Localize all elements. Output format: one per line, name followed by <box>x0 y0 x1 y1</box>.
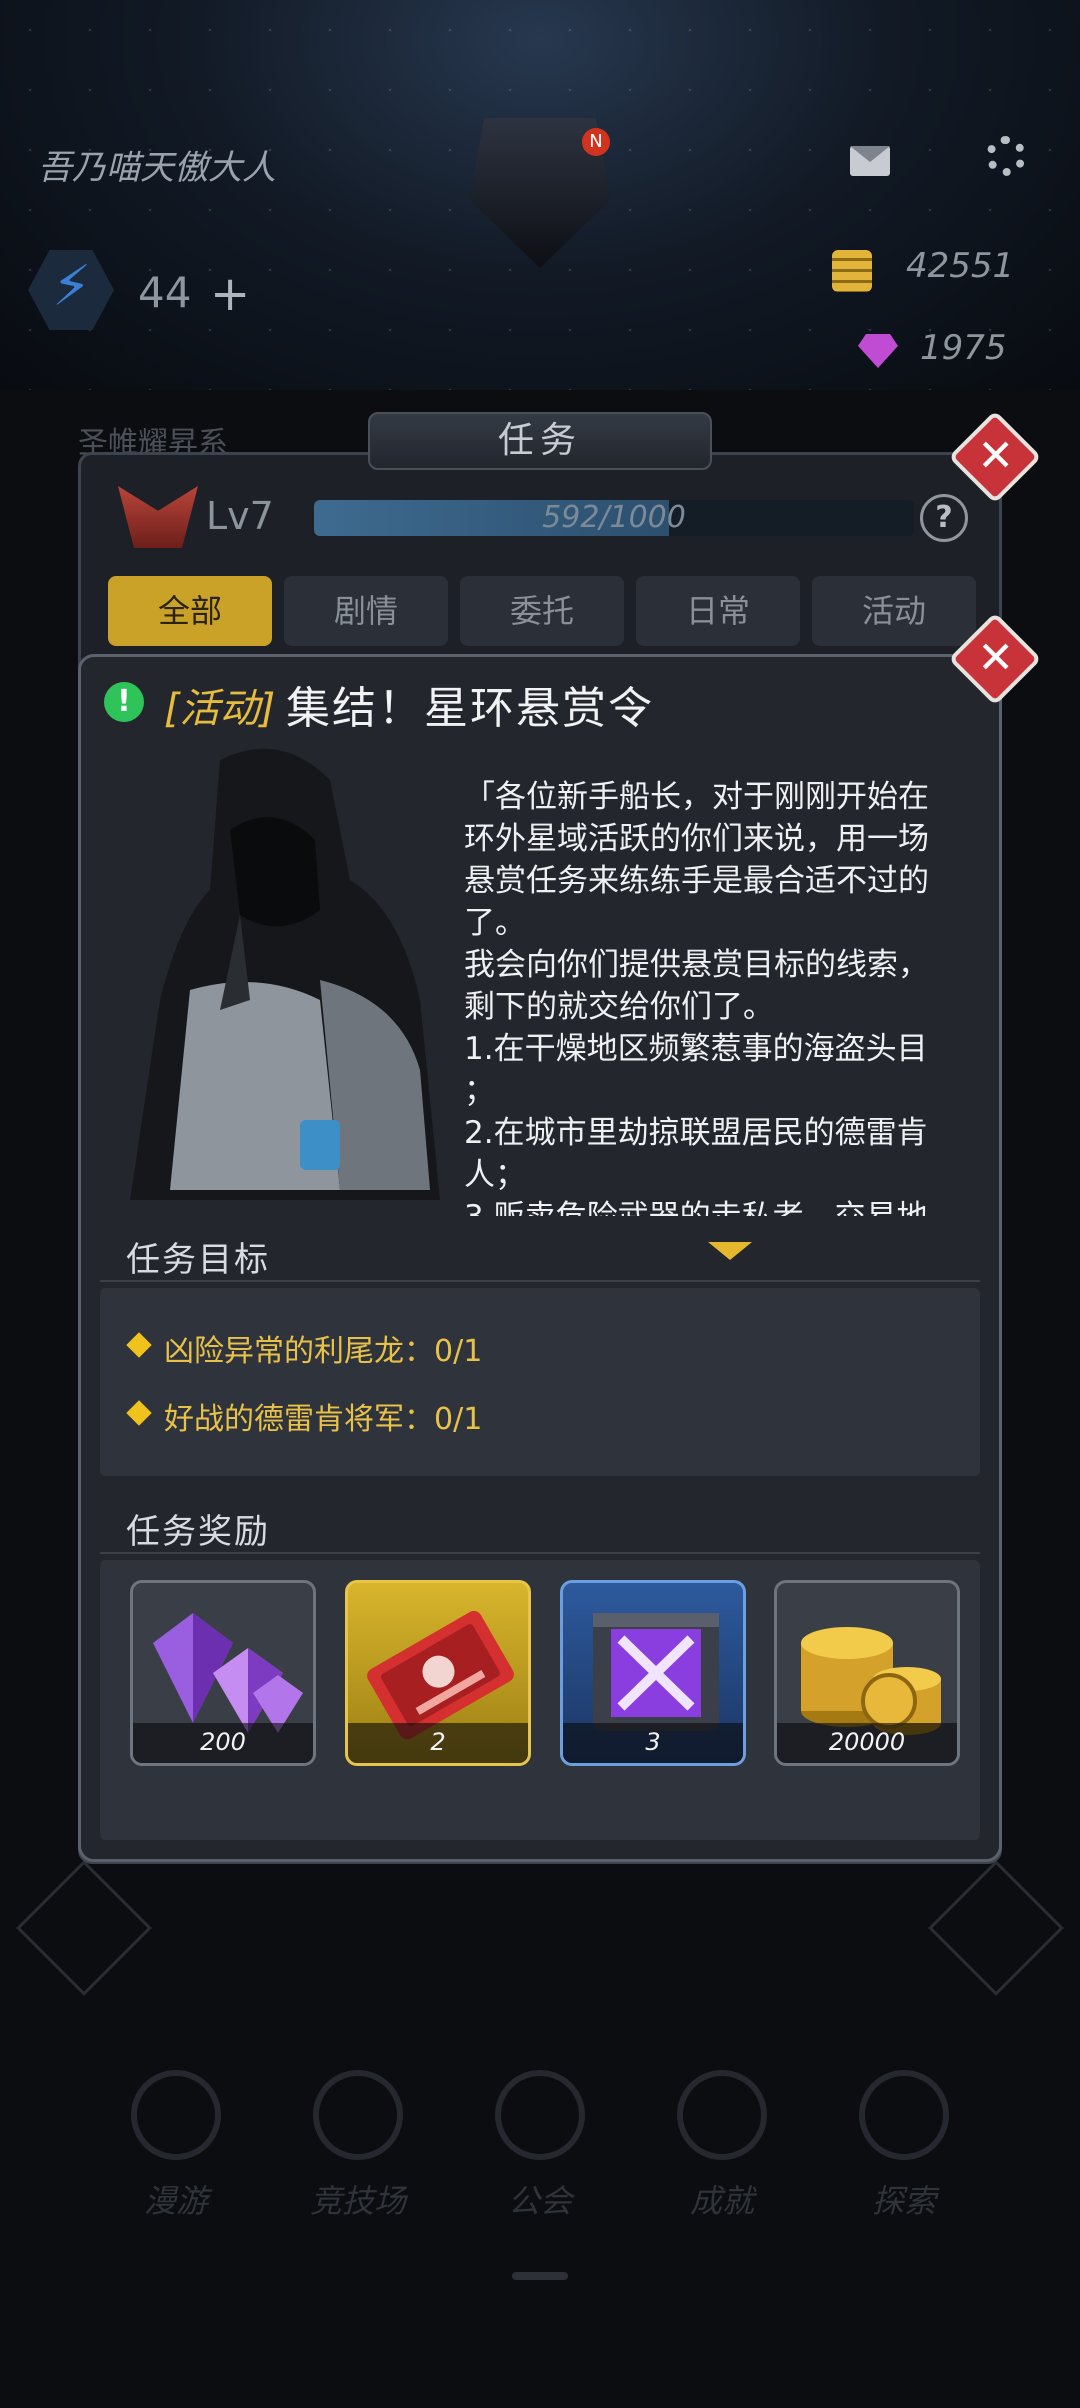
close-icon: ✕ <box>977 632 1015 684</box>
nav-roam-label: 漫游 <box>143 2182 208 2220</box>
reward-item[interactable]: 20000 <box>774 1580 960 1766</box>
alert-icon: ! <box>104 682 144 722</box>
event-tag: [活动] <box>164 686 276 732</box>
coin-stack-icon <box>832 250 872 292</box>
tab-commission[interactable]: 委托 <box>460 576 624 646</box>
tab-event[interactable]: 活动 <box>812 576 976 646</box>
coin-count: 42551 <box>906 246 1015 286</box>
energy-count: 44 <box>138 268 192 317</box>
avatar-new-badge: N <box>582 128 610 156</box>
reward-count: 2 <box>348 1723 528 1763</box>
rewards-divider <box>100 1552 980 1554</box>
reward-item[interactable]: 200 <box>130 1580 316 1766</box>
nav-arena: 竞技场 <box>268 2070 448 2222</box>
tab-story[interactable]: 剧情 <box>284 576 448 646</box>
add-energy-button[interactable]: + <box>210 266 250 322</box>
reward-count: 20000 <box>777 1723 957 1763</box>
mission-panel-title: 任务 <box>368 412 712 470</box>
lightning-icon: ⚡ <box>52 254 92 319</box>
reward-item[interactable]: 2 <box>345 1580 531 1766</box>
reward-item[interactable]: 3 <box>560 1580 746 1766</box>
guild-banner-icon <box>495 2070 585 2160</box>
event-title: 集结！星环悬赏令 <box>286 683 654 734</box>
mission-level: Lv7 <box>206 494 274 538</box>
player-name: 吾乃喵天傲大人 <box>38 148 276 188</box>
nav-active-indicator <box>512 2272 568 2280</box>
xp-progress-text: 592/1000 <box>542 500 686 535</box>
mission-story-text: 「各位新手船长，对于刚刚开始在 环外星域活跃的你们来说，用一场 悬赏任务来练练手… <box>464 779 929 1216</box>
nav-guild: 公会 <box>450 2070 630 2222</box>
tab-all[interactable]: 全部 <box>108 576 272 646</box>
nav-explore-label: 探索 <box>871 2182 936 2220</box>
compass-icon <box>859 2070 949 2160</box>
nav-achievements-label: 成就 <box>689 2182 754 2220</box>
nav-guild-label: 公会 <box>507 2182 572 2220</box>
nav-arena-label: 竞技场 <box>309 2182 406 2220</box>
reward-count: 200 <box>133 1723 313 1763</box>
objectives-box <box>100 1288 980 1476</box>
nav-explore: 探索 <box>814 2070 994 2222</box>
objective-item: 凶险异常的利尾龙：0/1 <box>126 1326 483 1370</box>
hooded-character-portrait <box>130 748 440 1200</box>
close-icon: ✕ <box>977 430 1015 482</box>
objective-text: 好战的德雷肯将军：0/1 <box>164 1402 483 1437</box>
settings-gear-icon[interactable] <box>986 136 1026 176</box>
objectives-title: 任务目标 <box>126 1240 270 1280</box>
roam-icon <box>131 2070 221 2160</box>
objectives-divider <box>100 1280 980 1282</box>
mail-icon[interactable] <box>850 146 890 176</box>
rewards-title: 任务奖励 <box>126 1512 270 1552</box>
scroll-more-arrow-icon[interactable] <box>708 1242 752 1260</box>
reward-count: 3 <box>563 1723 743 1763</box>
gem-count: 1975 <box>920 328 1007 368</box>
objective-item: 好战的德雷肯将军：0/1 <box>126 1394 483 1438</box>
objective-text: 凶险异常的利尾龙：0/1 <box>164 1334 483 1369</box>
help-button[interactable]: ? <box>920 494 968 542</box>
trophy-icon <box>677 2070 767 2160</box>
nav-roam: 漫游 <box>86 2070 266 2222</box>
tab-daily[interactable]: 日常 <box>636 576 800 646</box>
arena-icon <box>313 2070 403 2160</box>
nav-achievements: 成就 <box>632 2070 812 2222</box>
